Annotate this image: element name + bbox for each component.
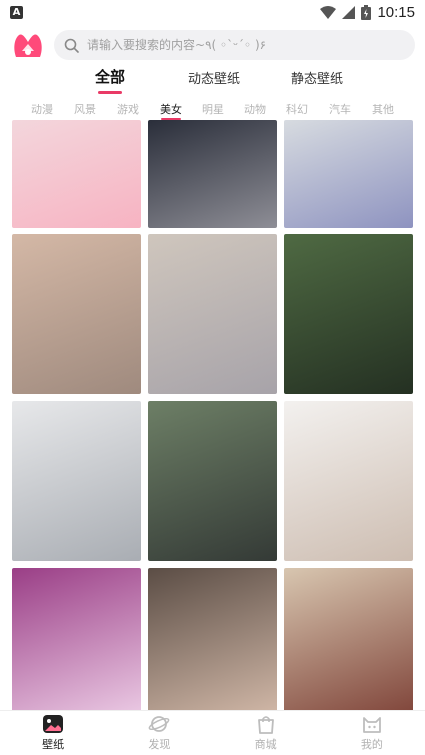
nav-label: 商城: [254, 738, 277, 751]
category-label: 明星: [202, 103, 224, 116]
wallpaper-thumbnail[interactable]: [12, 234, 141, 394]
wallpaper-thumbnail[interactable]: [148, 568, 277, 710]
nav-mine[interactable]: 我的: [319, 711, 425, 755]
wallpaper-thumbnail[interactable]: [284, 120, 413, 228]
shopping-bag-icon: [257, 716, 274, 734]
wallpaper-thumbnail[interactable]: [148, 234, 277, 394]
search-input[interactable]: [87, 38, 405, 52]
tab-static-wallpaper-label: 静态壁纸: [291, 72, 344, 87]
category-label: 其他: [372, 103, 394, 116]
top-bar: [0, 28, 425, 62]
wallpaper-thumbnail[interactable]: [12, 120, 141, 228]
category-row: 动漫 风景 游戏 美女 明星 动物 科幻 汽车 其他: [0, 98, 425, 120]
status-time: 10:15: [377, 3, 415, 21]
nav-discover[interactable]: 发现: [106, 711, 212, 755]
category-celebrity[interactable]: 明星: [202, 101, 224, 117]
signal-icon: [342, 5, 356, 19]
category-label: 科幻: [286, 103, 308, 116]
tab-all[interactable]: 全部: [95, 66, 126, 94]
search-icon: [64, 38, 79, 53]
tab-live-wallpaper[interactable]: 动态壁纸: [188, 68, 240, 87]
category-label: 美女: [160, 103, 182, 116]
bottom-nav: 壁纸 发现 商城 我的: [0, 710, 425, 755]
category-scifi[interactable]: 科幻: [286, 101, 308, 117]
main-tabs: 全部 动态壁纸 静态壁纸: [0, 64, 425, 94]
category-beauty[interactable]: 美女: [160, 101, 182, 120]
nav-label: 发现: [148, 738, 171, 751]
app-logo[interactable]: [12, 31, 44, 59]
tab-all-label: 全部: [95, 68, 126, 86]
nav-wallpaper[interactable]: 壁纸: [0, 711, 106, 755]
wallpaper-thumbnail[interactable]: [12, 568, 141, 710]
wallpaper-thumbnail[interactable]: [148, 401, 277, 561]
status-bar: A 10:15: [0, 0, 425, 24]
tab-active-indicator: [98, 91, 122, 94]
category-label: 风景: [74, 103, 96, 116]
image-icon: [43, 715, 64, 733]
category-anime[interactable]: 动漫: [31, 101, 53, 117]
nav-mall[interactable]: 商城: [213, 711, 319, 755]
category-scenery[interactable]: 风景: [74, 101, 96, 117]
nav-label: 壁纸: [42, 738, 65, 751]
category-game[interactable]: 游戏: [117, 101, 139, 117]
wallpaper-thumbnail[interactable]: [284, 234, 413, 394]
category-other[interactable]: 其他: [372, 101, 394, 117]
nav-label: 我的: [360, 738, 383, 751]
battery-icon: [361, 4, 372, 20]
wallpaper-thumbnail[interactable]: [284, 401, 413, 561]
category-label: 汽车: [329, 103, 351, 116]
category-car[interactable]: 汽车: [329, 101, 351, 117]
category-label: 游戏: [117, 103, 139, 116]
tab-live-wallpaper-label: 动态壁纸: [188, 72, 241, 87]
wifi-icon: [320, 5, 337, 19]
cat-face-icon: [362, 717, 381, 733]
category-label: 动物: [244, 103, 266, 116]
tab-static-wallpaper[interactable]: 静态壁纸: [291, 68, 343, 87]
wallpaper-grid: [12, 120, 413, 710]
search-bar[interactable]: [54, 30, 415, 60]
notification-icon: A: [10, 5, 23, 19]
wallpaper-thumbnail[interactable]: [148, 120, 277, 228]
wallpaper-thumbnail[interactable]: [12, 401, 141, 561]
planet-icon: [149, 716, 170, 732]
category-animal[interactable]: 动物: [244, 101, 266, 117]
wallpaper-thumbnail[interactable]: [284, 568, 413, 710]
category-label: 动漫: [31, 103, 53, 116]
